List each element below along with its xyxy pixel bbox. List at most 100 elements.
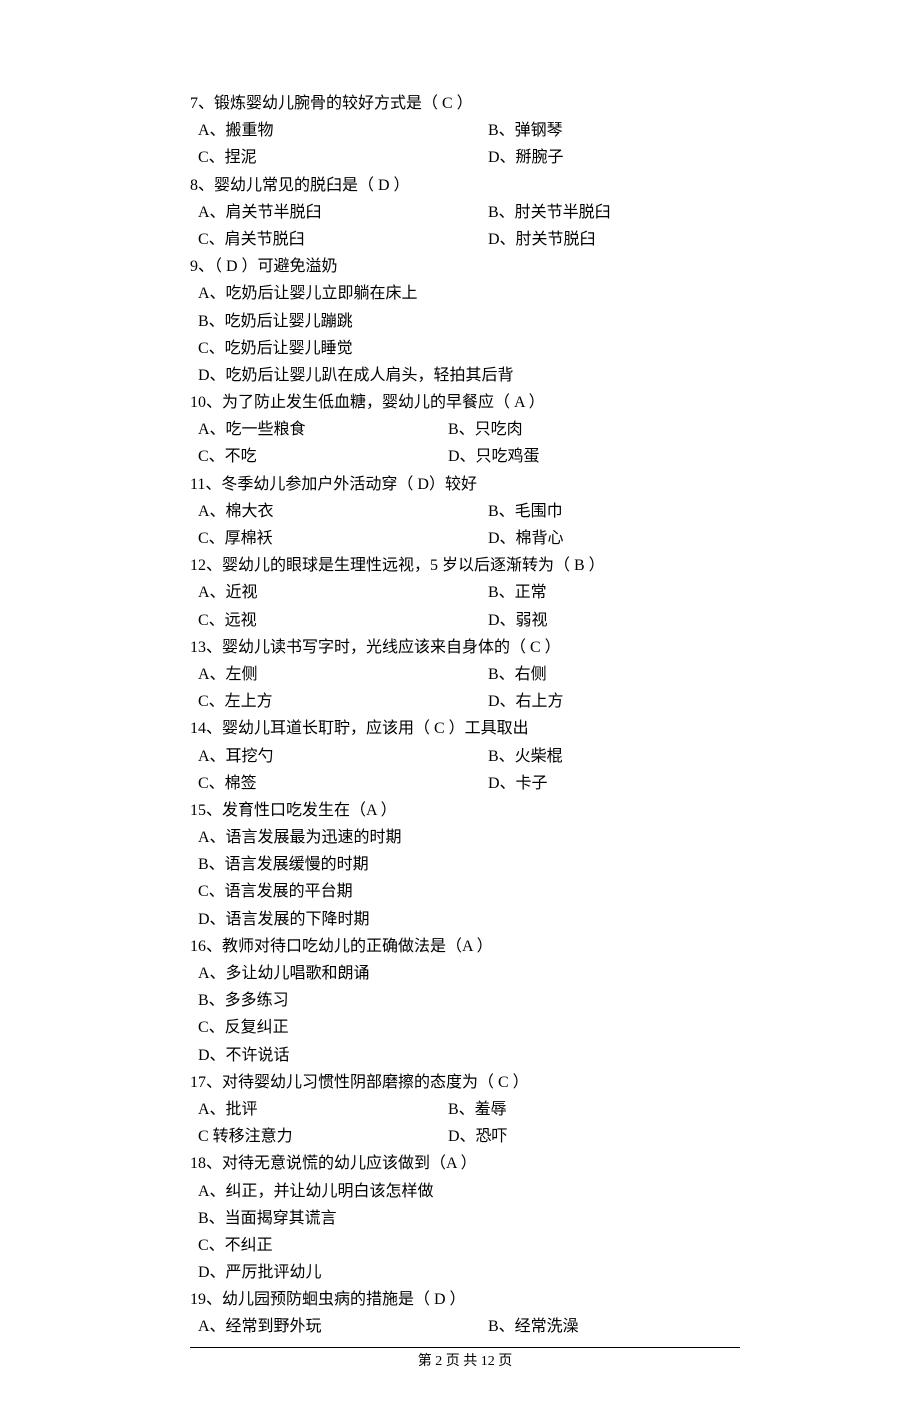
question-list: 7、锻炼婴幼儿腕骨的较好方式是（ C ）A、搬重物B、弹钢琴C、捏泥D、掰腕子8… [190,90,740,1341]
option-row: A、棉大衣B、毛围巾 [190,498,740,525]
option-a: A、经常到野外玩 [198,1313,488,1340]
question: 18、对待无意说慌的幼儿应该做到（A ）A、纠正，并让幼儿明白该怎样做B、当面揭… [190,1150,740,1286]
option-c: C、厚棉袄 [198,525,488,552]
option-b: B、只吃肉 [448,416,523,443]
options: A、经常到野外玩B、经常洗澡 [190,1313,740,1340]
option-a: A、搬重物 [198,117,488,144]
option-d: D、吃奶后让婴儿趴在成人肩头，轻拍其后背 [190,362,740,389]
option-a: A、吃奶后让婴儿立即躺在床上 [190,280,740,307]
options: A、棉大衣B、毛围巾C、厚棉袄D、棉背心 [190,498,740,552]
options: A、左侧B、右侧C、左上方D、右上方 [190,661,740,715]
option-a: A、吃一些粮食 [198,416,448,443]
option-b: B、吃奶后让婴儿蹦跳 [190,308,740,335]
question: 12、婴幼儿的眼球是生理性远视，5 岁以后逐渐转为（ B ）A、近视B、正常C、… [190,552,740,634]
option-c: C、肩关节脱臼 [198,226,488,253]
option-c: C、不纠正 [190,1232,740,1259]
option-c: C、不吃 [198,443,448,470]
option-c: C、吃奶后让婴儿睡觉 [190,335,740,362]
option-row: C、远视D、弱视 [190,607,740,634]
options: A、近视B、正常C、远视D、弱视 [190,579,740,633]
option-b: B、多多练习 [190,987,740,1014]
option-row: A、近视B、正常 [190,579,740,606]
options: A、耳挖勺B、火柴棍C、棉签D、卡子 [190,743,740,797]
option-d: D、弱视 [488,607,548,634]
options: A、纠正，并让幼儿明白该怎样做B、当面揭穿其谎言C、不纠正D、严厉批评幼儿 [190,1178,740,1287]
option-b: B、正常 [488,579,547,606]
option-c: C、远视 [198,607,488,634]
option-row: A、经常到野外玩B、经常洗澡 [190,1313,740,1340]
option-row: A、批评B、羞辱 [190,1096,740,1123]
option-b: B、羞辱 [448,1096,507,1123]
options: A、吃奶后让婴儿立即躺在床上B、吃奶后让婴儿蹦跳C、吃奶后让婴儿睡觉D、吃奶后让… [190,280,740,389]
option-a: A、纠正，并让幼儿明白该怎样做 [190,1178,740,1205]
option-row: A、左侧B、右侧 [190,661,740,688]
option-d: D、不许说话 [190,1042,740,1069]
question: 16、教师对待口吃幼儿的正确做法是（A ）A、多让幼儿唱歌和朗诵B、多多练习C、… [190,933,740,1069]
option-row: A、吃一些粮食B、只吃肉 [190,416,740,443]
options: A、语言发展最为迅速的时期B、语言发展缓慢的时期C、语言发展的平台期D、语言发展… [190,824,740,933]
question-stem: 14、婴幼儿耳道长耵聍，应该用（ C ）工具取出 [190,715,740,742]
option-row: A、耳挖勺B、火柴棍 [190,743,740,770]
document-page: 7、锻炼婴幼儿腕骨的较好方式是（ C ）A、搬重物B、弹钢琴C、捏泥D、掰腕子8… [0,0,920,1413]
question: 11、冬季幼儿参加户外活动穿（ D）较好A、棉大衣B、毛围巾C、厚棉袄D、棉背心 [190,471,740,553]
option-d: D、掰腕子 [488,144,564,171]
option-a: A、多让幼儿唱歌和朗诵 [190,960,740,987]
question: 8、婴幼儿常见的脱臼是（ D ）A、肩关节半脱臼B、肘关节半脱臼C、肩关节脱臼D… [190,172,740,254]
option-a: A、近视 [198,579,488,606]
option-b: B、语言发展缓慢的时期 [190,851,740,878]
question-stem: 17、对待婴幼儿习惯性阴部磨擦的态度为（ C ） [190,1069,740,1096]
option-a: A、肩关节半脱臼 [198,199,488,226]
options: A、批评B、羞辱C 转移注意力D、恐吓 [190,1096,740,1150]
option-row: C、不吃D、只吃鸡蛋 [190,443,740,470]
options: A、肩关节半脱臼B、肘关节半脱臼C、肩关节脱臼D、肘关节脱臼 [190,199,740,253]
option-row: A、肩关节半脱臼B、肘关节半脱臼 [190,199,740,226]
option-b: B、当面揭穿其谎言 [190,1205,740,1232]
option-b: B、肘关节半脱臼 [488,199,611,226]
question-stem: 19、幼儿园预防蛔虫病的措施是（ D ） [190,1286,740,1313]
option-row: C、肩关节脱臼D、肘关节脱臼 [190,226,740,253]
option-a: A、语言发展最为迅速的时期 [190,824,740,851]
option-a: A、批评 [198,1096,448,1123]
option-d: D、恐吓 [448,1123,508,1150]
option-d: D、右上方 [488,688,564,715]
question-stem: 10、为了防止发生低血糖，婴幼儿的早餐应（ A ） [190,389,740,416]
option-d: D、棉背心 [488,525,564,552]
question: 9、（ D ）可避免溢奶A、吃奶后让婴儿立即躺在床上B、吃奶后让婴儿蹦跳C、吃奶… [190,253,740,389]
option-row: C、左上方D、右上方 [190,688,740,715]
option-c: C、语言发展的平台期 [190,878,740,905]
question: 15、发育性口吃发生在（A ）A、语言发展最为迅速的时期B、语言发展缓慢的时期C… [190,797,740,933]
page-footer: 第 2 页 共 12 页 [190,1348,740,1374]
options: A、多让幼儿唱歌和朗诵B、多多练习C、反复纠正D、不许说话 [190,960,740,1069]
question: 17、对待婴幼儿习惯性阴部磨擦的态度为（ C ）A、批评B、羞辱C 转移注意力D… [190,1069,740,1151]
options: A、吃一些粮食B、只吃肉C、不吃D、只吃鸡蛋 [190,416,740,470]
option-d: D、严厉批评幼儿 [190,1259,740,1286]
option-b: B、火柴棍 [488,743,563,770]
option-a: A、棉大衣 [198,498,488,525]
question-stem: 12、婴幼儿的眼球是生理性远视，5 岁以后逐渐转为（ B ） [190,552,740,579]
question-stem: 16、教师对待口吃幼儿的正确做法是（A ） [190,933,740,960]
option-d: D、卡子 [488,770,548,797]
question: 19、幼儿园预防蛔虫病的措施是（ D ）A、经常到野外玩B、经常洗澡 [190,1286,740,1340]
question-stem: 18、对待无意说慌的幼儿应该做到（A ） [190,1150,740,1177]
option-row: C、棉签D、卡子 [190,770,740,797]
option-b: B、右侧 [488,661,547,688]
option-d: D、只吃鸡蛋 [448,443,540,470]
option-d: D、语言发展的下降时期 [190,906,740,933]
option-a: A、耳挖勺 [198,743,488,770]
question-stem: 8、婴幼儿常见的脱臼是（ D ） [190,172,740,199]
question-stem: 7、锻炼婴幼儿腕骨的较好方式是（ C ） [190,90,740,117]
option-c: C、左上方 [198,688,488,715]
option-c: C、棉签 [198,770,488,797]
option-row: A、搬重物B、弹钢琴 [190,117,740,144]
question-stem: 15、发育性口吃发生在（A ） [190,797,740,824]
question: 10、为了防止发生低血糖，婴幼儿的早餐应（ A ）A、吃一些粮食B、只吃肉C、不… [190,389,740,471]
options: A、搬重物B、弹钢琴C、捏泥D、掰腕子 [190,117,740,171]
option-c: C、反复纠正 [190,1014,740,1041]
option-c: C、捏泥 [198,144,488,171]
option-b: B、毛围巾 [488,498,563,525]
option-d: D、肘关节脱臼 [488,226,596,253]
option-row: C、捏泥D、掰腕子 [190,144,740,171]
option-row: C、厚棉袄D、棉背心 [190,525,740,552]
question-stem: 13、婴幼儿读书写字时，光线应该来自身体的（ C ） [190,634,740,661]
option-a: A、左侧 [198,661,488,688]
